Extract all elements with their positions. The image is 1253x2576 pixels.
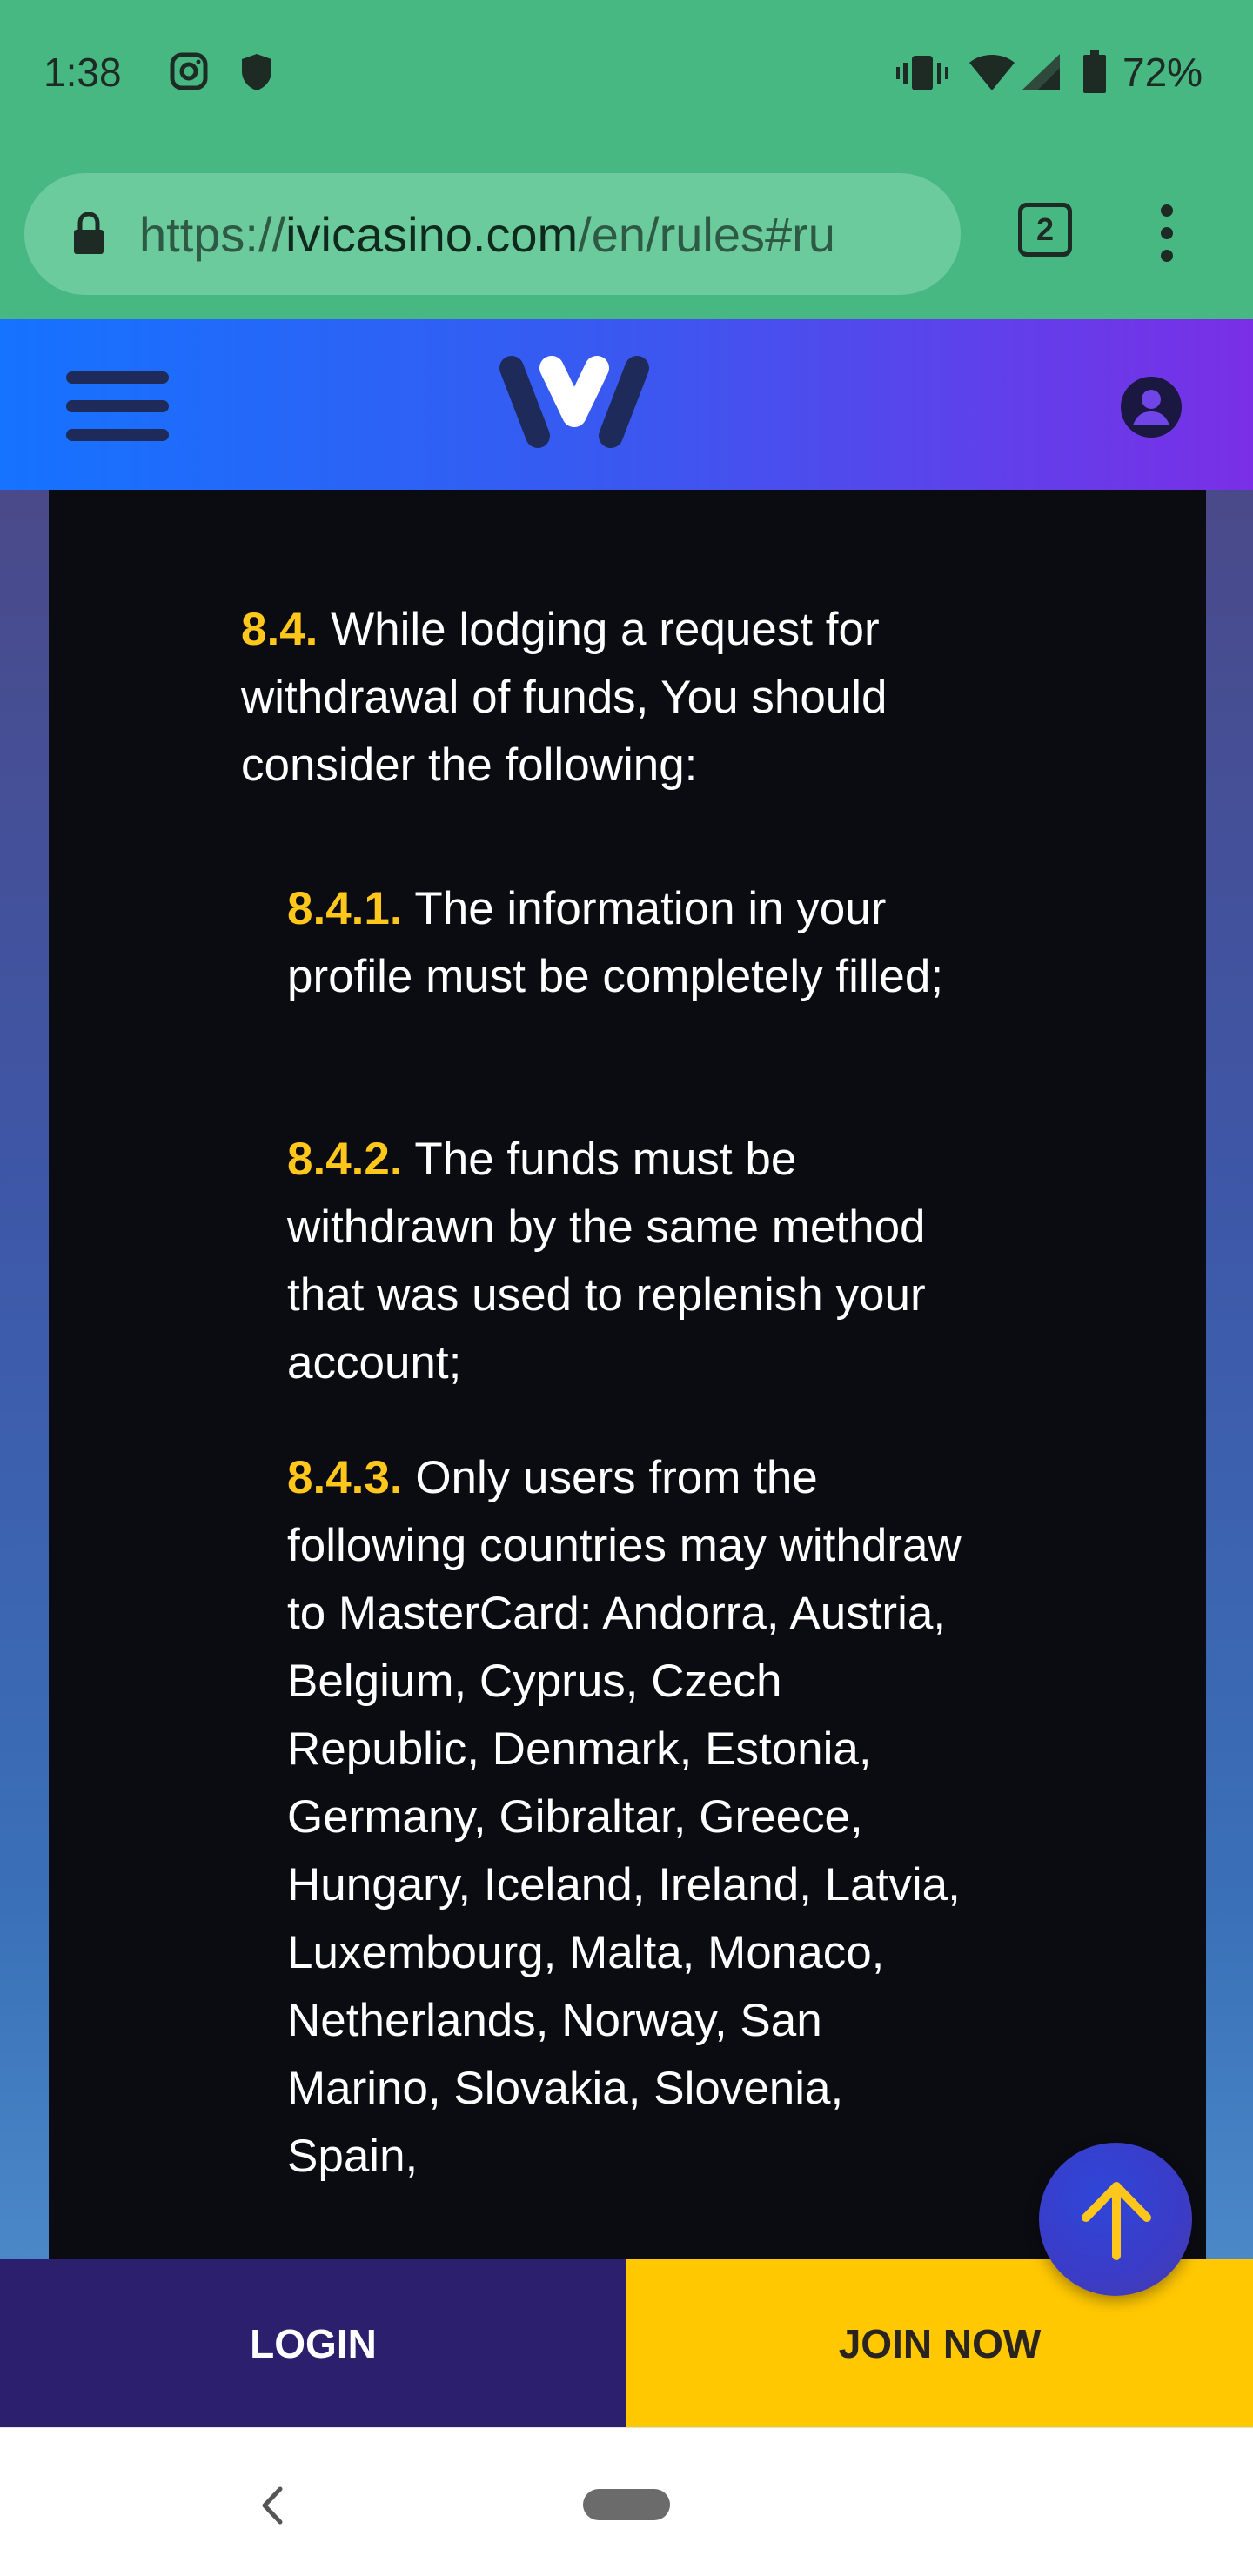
battery-icon — [1083, 50, 1106, 93]
system-navigation-bar — [0, 2427, 1253, 2576]
login-button[interactable]: LOGIN — [0, 2259, 626, 2427]
site-header — [0, 319, 1253, 490]
tab-switcher-button[interactable]: 2 — [1018, 203, 1072, 257]
status-bar: 1:38 72% — [0, 0, 1253, 152]
rule-8-4-1: 8.4.1. The information in your profile m… — [287, 875, 983, 1011]
rule-number: 8.4.1. — [287, 883, 403, 934]
signal-icon — [1022, 54, 1060, 90]
browser-toolbar: https://ivicasino.com/en/rules#ru 2 — [0, 152, 1253, 319]
lock-icon — [74, 212, 104, 254]
url-prefix: https:// — [139, 207, 286, 262]
url-field[interactable]: https://ivicasino.com/en/rules#ru — [24, 173, 961, 295]
rule-number: 8.4. — [241, 604, 318, 655]
scroll-to-top-button[interactable] — [1039, 2143, 1192, 2296]
rule-number: 8.4.3. — [287, 1452, 403, 1503]
home-button[interactable] — [583, 2489, 670, 2520]
url-path: /en/rules#ru — [578, 207, 835, 262]
ivi-logo-icon[interactable] — [496, 351, 653, 452]
account-icon[interactable] — [1119, 375, 1183, 439]
url-domain: ivicasino.com — [285, 207, 579, 262]
join-now-button[interactable]: JOIN NOW — [626, 2259, 1253, 2427]
hamburger-icon[interactable] — [66, 370, 169, 443]
shield-icon — [242, 54, 271, 90]
arrow-up-icon — [1082, 2182, 1151, 2260]
rule-text: Only users from the following countries … — [287, 1452, 962, 2182]
battery-percentage: 72% — [1122, 50, 1203, 95]
rule-8-4: 8.4. While lodging a request for withdra… — [241, 596, 989, 800]
status-time: 1:38 — [44, 50, 122, 95]
vibrate-icon — [896, 56, 948, 90]
rule-number: 8.4.2. — [287, 1134, 403, 1185]
rule-8-4-3: 8.4.3. Only users from the following cou… — [287, 1444, 983, 2191]
more-options-icon[interactable] — [1157, 203, 1176, 264]
instagram-icon — [170, 52, 208, 90]
back-icon[interactable] — [254, 2484, 289, 2527]
rule-8-4-2: 8.4.2. The funds must be withdrawn by th… — [287, 1126, 983, 1397]
url-text[interactable]: https://ivicasino.com/en/rules#ru — [139, 206, 948, 263]
wifi-icon — [969, 55, 1015, 90]
rule-text: While lodging a request for withdrawal o… — [241, 604, 888, 791]
